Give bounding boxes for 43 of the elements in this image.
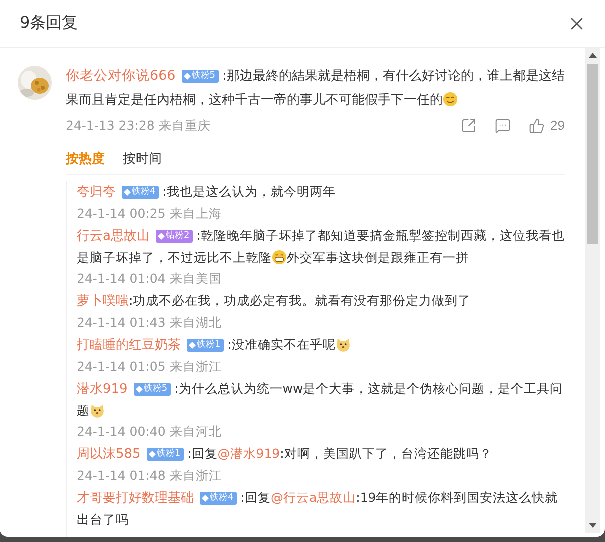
reply-meta: 24-1-14 00:40 来自河北 [77,423,223,441]
reply-text: 周以沫585 铁粉1 :回复@潜水919:对啊，美国趴下了，台湾还能跳吗？ [77,445,494,464]
reply-button[interactable] [494,118,511,134]
fan-badge: 铁粉4 [122,186,159,199]
fan-badge: 铁粉5 [134,383,171,396]
author-link[interactable]: 萝卜噗嗤 [77,294,129,309]
reply-text: 打瞌睡的红豆奶茶 铁粉1 :没准确实不在乎呢 [77,334,565,356]
author-link[interactable]: 行云a思故山 [77,229,150,244]
reply-meta: 24-1-14 01:05 来自浙江 [77,358,223,376]
author-link[interactable]: 周以沫585 [77,447,141,462]
share-button[interactable] [460,118,477,134]
dialog-title: 9条回复 [20,13,78,34]
grin-emoji-icon [272,250,287,265]
reply-text: 萝卜噗嗤:功成不必在我，功成必定有我。就看有没有那份定力做到了 [77,292,472,311]
reply-meta: 24-1-14 01:04 来自美国 [77,270,223,288]
sort-tab[interactable]: 按时间 [123,150,162,168]
mention-link[interactable]: @潜水919 [218,446,280,461]
like-button[interactable]: 29 [528,118,565,134]
mention-link[interactable]: @行云a思故山 [270,490,356,505]
fan-badge: 钻粉2 [156,230,193,243]
author-link[interactable]: 夸归夸 [77,185,116,200]
author-link[interactable]: 潜水919 [77,382,128,397]
fan-badge: 铁粉1 [146,448,184,461]
reply-meta: 24-1-14 01:48 来自浙江 [77,467,223,485]
scrollbar[interactable] [585,48,600,533]
reply-meta: 24-1-14 01:43 来自湖北 [77,314,223,332]
dog-emoji-icon [336,337,351,352]
fan-badge: 铁粉1 [187,339,224,352]
reply-meta: 24-1-14 00:25 来自上海 [77,205,223,223]
fan-badge: 铁粉5 [182,70,219,83]
comment-meta: 24-1-13 23:28 来自重庆 [66,117,211,135]
author-link[interactable]: 才哥要打好数理基础 [77,491,194,506]
author-link[interactable]: 你老公对你说666 [66,68,176,84]
author-link[interactable]: 打瞌睡的红豆奶茶 [77,338,181,353]
smile-emoji-icon [443,92,458,107]
sort-tab[interactable]: 按热度 [66,150,105,168]
fan-badge: 铁粉4 [200,492,237,505]
reply-text: 潜水919 铁粉5 :为什么总认为统一ww是个大事，这就是个伪核心问题，是个工具问题 [77,380,564,420]
reply-text: 行云a思故山 钻粉2 :乾隆晚年脑子坏掉了都知道要搞金瓶掣签控制西藏，这位我看也是脑子坏掉了，不过远比不上乾隆 外交军事这块倒是跟雍正有一拼 [77,227,565,267]
reply-text: 夸归夸 铁粉4 :我也是这么认为，就今明两年 [77,183,337,202]
reply-text: 才哥要打好数理基础 铁粉4 :回复@行云a思故山:19年的时候你料到国安法这么快就出台了吗 [77,489,560,529]
comment-text: 你老公对你说666 铁粉5 :那边最終的結果就是梧桐，有什么好讨论的，谁上都是这结果而且肯定是任內梧桐，这种千古一帝的事儿不可能假手下一任的 [66,67,565,110]
dog-emoji-icon [90,403,105,418]
